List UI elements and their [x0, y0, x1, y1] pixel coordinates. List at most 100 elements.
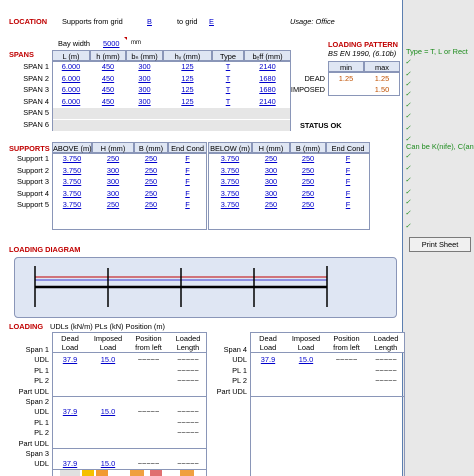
- support-below-bc-cell[interactable]: F: [326, 189, 370, 198]
- support-below-bb-cell[interactable]: 250: [290, 166, 326, 175]
- support-below-bb-cell[interactable]: 250: [290, 189, 326, 198]
- print-sheet-button[interactable]: Print Sheet: [409, 237, 471, 252]
- support-above-ah-cell[interactable]: 300: [92, 166, 134, 175]
- loading-position-cell[interactable]: ~~~~~: [326, 355, 367, 364]
- loading-imposed-cell[interactable]: 15.0: [88, 355, 128, 364]
- support-below-b-cell[interactable]: 3.750: [208, 166, 252, 175]
- loading-length-cell[interactable]: ~~~~~: [169, 459, 207, 468]
- tick-icon: ✓: [405, 199, 411, 206]
- span-L-cell[interactable]: 6.000: [52, 62, 90, 71]
- span-bw-cell[interactable]: 300: [126, 97, 163, 106]
- loading-position-cell[interactable]: ~~~~~: [128, 355, 169, 364]
- usage-text: Usage: Office: [290, 17, 335, 26]
- from-grid-value[interactable]: B: [147, 17, 152, 26]
- support-above-ah-cell[interactable]: 250: [92, 154, 134, 163]
- loading-dead-cell[interactable]: 37.9: [52, 355, 88, 364]
- span-hf-cell[interactable]: 125: [163, 85, 212, 94]
- support-below-bb-cell[interactable]: 250: [290, 154, 326, 163]
- span-L-cell[interactable]: 6.000: [52, 97, 90, 106]
- support-above-a-cell[interactable]: 3.750: [52, 200, 92, 209]
- support-below-bb-cell[interactable]: 250: [290, 200, 326, 209]
- support-above-ah-cell[interactable]: 300: [92, 189, 134, 198]
- span-L-cell[interactable]: 6.000: [52, 74, 90, 83]
- loading-length-cell[interactable]: ~~~~~: [169, 428, 207, 437]
- supports-below-header: H (mm): [252, 142, 290, 153]
- span-L-cell[interactable]: 6.000: [52, 85, 90, 94]
- support-above-ac-cell[interactable]: F: [168, 166, 207, 175]
- support-above-ab-cell[interactable]: 250: [134, 166, 168, 175]
- loading-imposed-cell[interactable]: 15.0: [88, 459, 128, 468]
- span-h-cell[interactable]: 450: [90, 85, 126, 94]
- span-beff-cell[interactable]: 2140: [244, 97, 291, 106]
- span-hf-cell[interactable]: 125: [163, 74, 212, 83]
- span-h-cell[interactable]: 450: [90, 74, 126, 83]
- tab-color-5[interactable]: [150, 470, 162, 476]
- loading-length-cell[interactable]: ~~~~~: [169, 407, 207, 416]
- tab-color-3[interactable]: [96, 470, 108, 476]
- support-below-bh-cell[interactable]: 300: [252, 189, 290, 198]
- support-above-ab-cell[interactable]: 250: [134, 177, 168, 186]
- support-above-ac-cell[interactable]: F: [168, 200, 207, 209]
- span-h-cell[interactable]: 450: [90, 62, 126, 71]
- loading-position-cell[interactable]: ~~~~~: [128, 407, 169, 416]
- support-below-bc-cell[interactable]: F: [326, 166, 370, 175]
- support-below-bc-cell[interactable]: F: [326, 200, 370, 209]
- support-above-ab-cell[interactable]: 250: [134, 200, 168, 209]
- span-type-cell[interactable]: T: [212, 74, 244, 83]
- span-bw-cell[interactable]: 300: [126, 85, 163, 94]
- support-above-ab-cell[interactable]: 250: [134, 154, 168, 163]
- support-below-b-cell[interactable]: 3.750: [208, 154, 252, 163]
- support-below-bh-cell[interactable]: 300: [252, 166, 290, 175]
- lp-max-value: 1.25: [374, 74, 390, 83]
- span-bw-cell[interactable]: 300: [126, 62, 163, 71]
- to-grid-value[interactable]: E: [209, 17, 214, 26]
- support-below-bh-cell[interactable]: 250: [252, 154, 290, 163]
- support-below-b-cell[interactable]: 3.750: [208, 200, 252, 209]
- loading-length-cell[interactable]: ~~~~~: [367, 366, 405, 375]
- span-type-cell[interactable]: T: [212, 85, 244, 94]
- loading-imposed-cell[interactable]: 15.0: [286, 355, 326, 364]
- loading-length-cell[interactable]: ~~~~~: [169, 366, 207, 375]
- loading-dead-cell[interactable]: 37.9: [52, 459, 88, 468]
- support-below-bh-cell[interactable]: 250: [252, 200, 290, 209]
- support-above-a-cell[interactable]: 3.750: [52, 154, 92, 163]
- support-above-ac-cell[interactable]: F: [168, 177, 207, 186]
- span-hf-cell[interactable]: 125: [163, 62, 212, 71]
- support-above-ah-cell[interactable]: 300: [92, 177, 134, 186]
- tab-color-4[interactable]: [130, 470, 144, 476]
- support-below-b-cell[interactable]: 3.750: [208, 177, 252, 186]
- tab-color-1[interactable]: [60, 470, 80, 476]
- support-above-ah-cell[interactable]: 250: [92, 200, 134, 209]
- span-bw-cell[interactable]: 300: [126, 74, 163, 83]
- support-below-b-cell[interactable]: 3.750: [208, 189, 252, 198]
- loading-dead-cell[interactable]: 37.9: [250, 355, 286, 364]
- loading-length-cell[interactable]: ~~~~~: [169, 376, 207, 385]
- loading-length-cell[interactable]: ~~~~~: [169, 355, 207, 364]
- loading-length-cell[interactable]: ~~~~~: [367, 355, 405, 364]
- span-type-cell[interactable]: T: [212, 97, 244, 106]
- loading-row-label: PL 2: [34, 428, 49, 437]
- span-h-cell[interactable]: 450: [90, 97, 126, 106]
- support-above-ac-cell[interactable]: F: [168, 154, 207, 163]
- tab-color-6[interactable]: [180, 470, 194, 476]
- support-above-ac-cell[interactable]: F: [168, 189, 207, 198]
- support-above-a-cell[interactable]: 3.750: [52, 189, 92, 198]
- support-above-a-cell[interactable]: 3.750: [52, 166, 92, 175]
- support-above-ab-cell[interactable]: 250: [134, 189, 168, 198]
- loading-length-cell[interactable]: ~~~~~: [367, 376, 405, 385]
- support-below-bc-cell[interactable]: F: [326, 154, 370, 163]
- loading-length-cell[interactable]: ~~~~~: [169, 418, 207, 427]
- support-below-bc-cell[interactable]: F: [326, 177, 370, 186]
- bay-width-input[interactable]: 5000: [103, 39, 119, 48]
- tab-color-2[interactable]: [82, 470, 94, 476]
- support-below-bb-cell[interactable]: 250: [290, 177, 326, 186]
- support-below-bh-cell[interactable]: 300: [252, 177, 290, 186]
- span-beff-cell[interactable]: 2140: [244, 62, 291, 71]
- loading-dead-cell[interactable]: 37.9: [52, 407, 88, 416]
- span-hf-cell[interactable]: 125: [163, 97, 212, 106]
- support-above-a-cell[interactable]: 3.750: [52, 177, 92, 186]
- loading-position-cell[interactable]: ~~~~~: [128, 459, 169, 468]
- span-type-cell[interactable]: T: [212, 62, 244, 71]
- loading-diagram-svg: [34, 266, 328, 307]
- loading-imposed-cell[interactable]: 15.0: [88, 407, 128, 416]
